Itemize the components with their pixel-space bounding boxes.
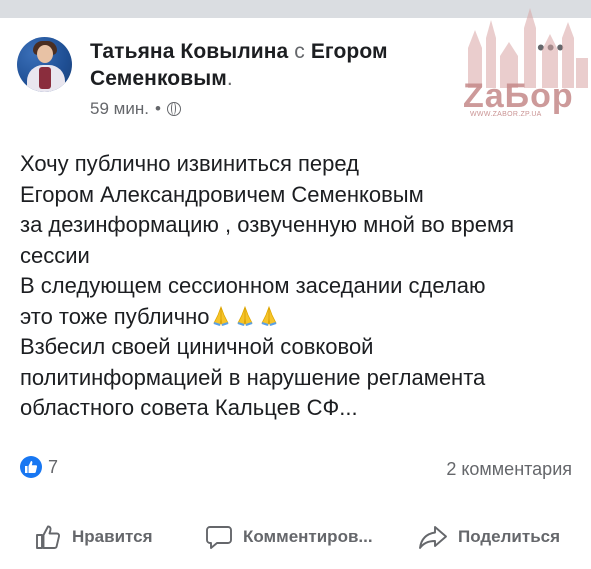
- comment-bubble-icon: [206, 526, 232, 549]
- meta-separator: •: [154, 99, 161, 118]
- comment-button[interactable]: Комментиров...: [205, 519, 373, 555]
- post-header-title: Татьяна Ковылина с Егором Семенковым.: [90, 38, 450, 92]
- post-line: это тоже публично: [20, 303, 210, 329]
- with-word: с: [294, 40, 305, 63]
- share-arrow-icon: [419, 526, 447, 549]
- comment-label: Комментиров...: [243, 527, 373, 546]
- reaction-count: 7: [48, 456, 59, 477]
- post-text: Хочу публично извиниться перед Егором Ал…: [20, 149, 585, 424]
- post-line: В следующем сессионном заседании сделаю: [20, 273, 486, 298]
- pray-emoji-icon: [212, 305, 229, 326]
- post-line: Взбесил своей циничной совковой: [20, 334, 374, 359]
- share-button[interactable]: Поделиться: [418, 519, 560, 555]
- share-label: Поделиться: [458, 527, 561, 546]
- author-avatar[interactable]: [17, 37, 72, 92]
- post-meta: 59 мин. •: [90, 99, 181, 119]
- post-line: Хочу публично извиниться перед: [20, 151, 359, 176]
- pray-emoji-icon: [236, 305, 253, 326]
- thumbs-up-icon: [36, 525, 61, 549]
- post-line: сессии: [20, 242, 90, 268]
- comments-count[interactable]: 2 комментария: [446, 459, 572, 480]
- post-line: областного совета Кальцев СФ...: [20, 395, 358, 420]
- author-name[interactable]: Татьяна Ковылина: [90, 40, 288, 63]
- post-line-with-emoji: это тоже публично: [20, 302, 585, 333]
- post-line: Егором Александровичем Семенковым: [20, 181, 424, 207]
- watermark-url: WWW.ZABOR.ZP.UA: [470, 111, 542, 118]
- like-button[interactable]: Нравится: [34, 519, 153, 555]
- post-line: политинформацией в нарушение регламента: [20, 364, 486, 390]
- pray-emoji-group: [210, 304, 282, 329]
- post-time[interactable]: 59 мин.: [90, 99, 149, 119]
- globe-icon[interactable]: [166, 102, 181, 116]
- title-period: .: [226, 67, 233, 90]
- like-label: Нравится: [72, 527, 153, 546]
- pray-emoji-icon: [260, 305, 277, 326]
- post-line: за дезинформацию , озвученную мной во вр…: [20, 212, 514, 237]
- like-reaction-icon: [20, 456, 42, 478]
- reactions-summary[interactable]: 7: [20, 456, 58, 478]
- post-actions-bar: Нравится Комментиров... Поделиться: [0, 519, 591, 559]
